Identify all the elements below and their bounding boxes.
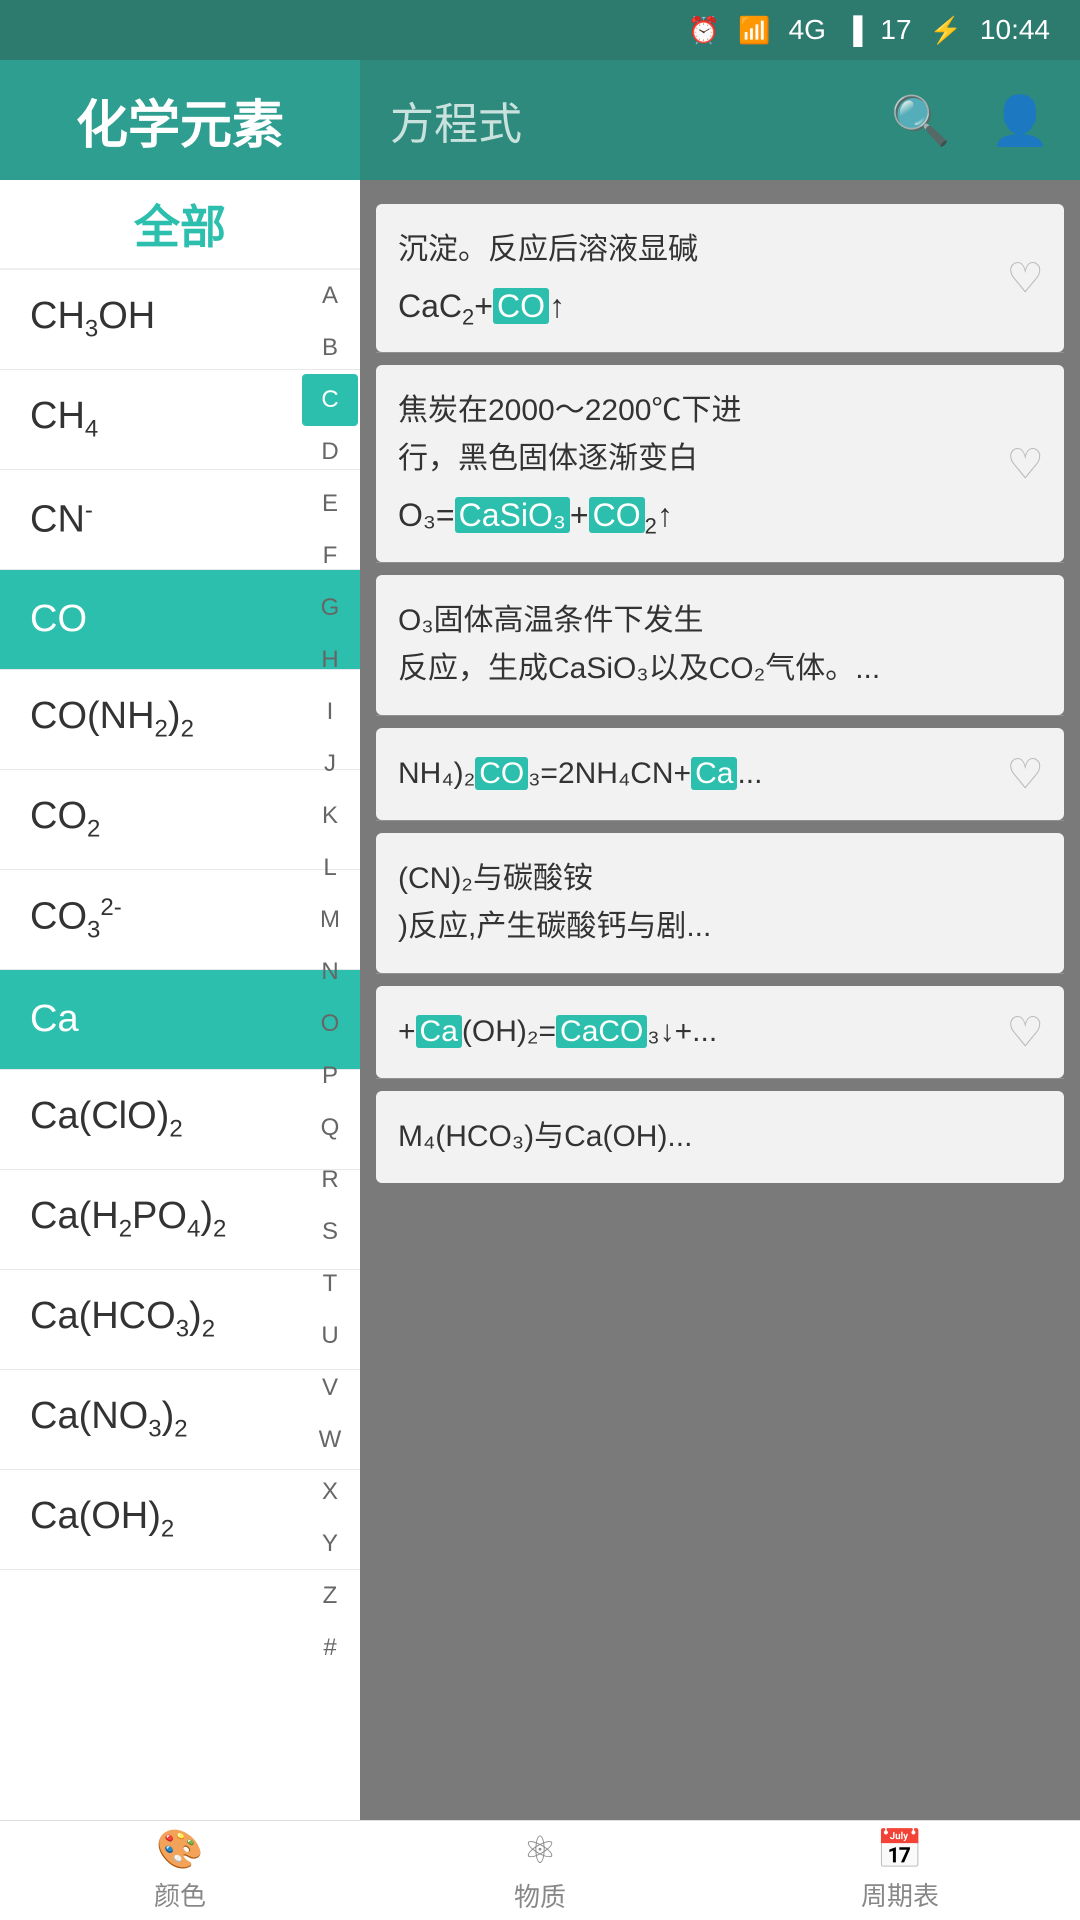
alpha-z[interactable]: Z: [302, 1570, 358, 1622]
alpha-b[interactable]: B: [302, 322, 358, 374]
favorite-icon-6[interactable]: ♡: [1006, 1007, 1044, 1056]
result-formula-2: O₃=CaSiO₃+CO2↑: [398, 497, 984, 539]
alphabet-index: A B C D E F G H I J K L M N O P Q R S T …: [300, 270, 360, 1674]
element-label: Ca(ClO)2: [30, 1095, 183, 1144]
favorite-icon-1[interactable]: ♡: [1006, 254, 1044, 303]
element-label: CO(NH2)2: [30, 695, 194, 744]
element-label: Ca(OH)2: [30, 1495, 174, 1544]
status-bar: ⏰ 📶 4G ▐ 17 ⚡ 10:44: [0, 0, 1080, 60]
alpha-hash[interactable]: #: [302, 1622, 358, 1674]
divider: [376, 562, 1064, 563]
alpha-g[interactable]: G: [302, 582, 358, 634]
favorite-icon-2[interactable]: ♡: [1006, 439, 1044, 488]
alpha-x[interactable]: X: [302, 1466, 358, 1518]
element-label: CH4: [30, 395, 98, 444]
alpha-t[interactable]: T: [302, 1258, 358, 1310]
alpha-n[interactable]: N: [302, 946, 358, 998]
result-item-6: +Ca(OH)₂=CaCO₃↓+... ♡: [376, 986, 1064, 1078]
result-item-5: (CN)₂与碳酸铵)反应,产生碳酸钙与剧...: [376, 833, 1064, 973]
nav-item-periodic[interactable]: 📅 周期表: [720, 1828, 1080, 1913]
alpha-i[interactable]: I: [302, 686, 358, 738]
element-label: Ca(H2PO4)2: [30, 1195, 226, 1244]
alpha-y[interactable]: Y: [302, 1518, 358, 1570]
time-display: 10:44: [980, 14, 1050, 46]
battery-icon: ⚡: [930, 15, 962, 46]
result-description-7: M₄(HCO₃)与Ca(OH)...: [398, 1113, 984, 1161]
results-area: 沉淀。反应后溶液显碱 CaC2+CO↑ ♡ 焦炭在2000～2200℃下进行，黑…: [360, 180, 1080, 1820]
nav-item-matter[interactable]: ⚛ 物质: [360, 1828, 720, 1914]
result-formula-1: CaC2+CO↑: [398, 288, 984, 330]
element-label: CO32-: [30, 894, 122, 944]
header-action-icons: 🔍 👤: [890, 92, 1050, 149]
nav-label-color: 颜色: [154, 1876, 206, 1913]
result-item-4: NH₄)₂CO₃=2NH₄CN+Ca... ♡: [376, 728, 1064, 820]
alpha-a[interactable]: A: [302, 270, 358, 322]
app-header: 化学元素 方程式 🔍 👤: [0, 60, 1080, 180]
divider: [376, 1078, 1064, 1079]
result-description-1: 沉淀。反应后溶液显碱: [398, 226, 984, 274]
network-type: 4G: [789, 14, 826, 46]
alpha-c[interactable]: C: [302, 374, 358, 426]
result-description-5: (CN)₂与碳酸铵)反应,产生碳酸钙与剧...: [398, 855, 984, 951]
divider: [376, 352, 1064, 353]
alpha-l[interactable]: L: [302, 842, 358, 894]
result-item-2: 焦炭在2000～2200℃下进行，黑色固体逐渐变白 O₃=CaSiO₃+CO2↑…: [376, 365, 1064, 561]
alarm-icon: ⏰: [688, 15, 720, 46]
nav-label-periodic: 周期表: [861, 1876, 939, 1913]
header-left-section: 化学元素: [0, 60, 360, 180]
alpha-v[interactable]: V: [302, 1362, 358, 1414]
search-icon[interactable]: 🔍: [890, 92, 950, 149]
alpha-q[interactable]: Q: [302, 1102, 358, 1154]
color-icon: 🎨: [156, 1828, 203, 1872]
divider: [376, 820, 1064, 821]
results-panel: 沉淀。反应后溶液显碱 CaC2+CO↑ ♡ 焦炭在2000～2200℃下进行，黑…: [360, 180, 1080, 1820]
nav-label-matter: 物质: [514, 1877, 566, 1914]
divider: [376, 973, 1064, 974]
result-description-3: O₃固体高温条件下发生反应，生成CaSiO₃以及CO₂气体。...: [398, 597, 984, 693]
element-label: Ca: [30, 998, 79, 1041]
alpha-s[interactable]: S: [302, 1206, 358, 1258]
divider: [376, 715, 1064, 716]
alpha-o[interactable]: O: [302, 998, 358, 1050]
signal-icon: ▐: [844, 15, 862, 46]
tab-equations[interactable]: 方程式: [390, 88, 522, 152]
alpha-k[interactable]: K: [302, 790, 358, 842]
filter-all-label[interactable]: 全部: [134, 191, 226, 257]
alpha-e[interactable]: E: [302, 478, 358, 530]
element-label: CO: [30, 598, 87, 641]
user-icon[interactable]: 👤: [990, 92, 1050, 149]
alpha-f[interactable]: F: [302, 530, 358, 582]
wifi-icon: 📶: [738, 15, 770, 46]
alpha-u[interactable]: U: [302, 1310, 358, 1362]
result-item-7: M₄(HCO₃)与Ca(OH)...: [376, 1091, 1064, 1183]
element-label: Ca(HCO3)2: [30, 1295, 215, 1344]
result-description-4: NH₄)₂CO₃=2NH₄CN+Ca...: [398, 750, 984, 798]
periodic-icon: 📅: [876, 1828, 923, 1872]
result-item-1: 沉淀。反应后溶液显碱 CaC2+CO↑ ♡: [376, 204, 1064, 352]
element-label: CO2: [30, 795, 100, 844]
result-description-6: +Ca(OH)₂=CaCO₃↓+...: [398, 1008, 984, 1056]
element-label: CN-: [30, 497, 93, 542]
nav-item-color[interactable]: 🎨 颜色: [0, 1828, 360, 1913]
filter-header: 全部: [0, 180, 360, 270]
favorite-icon-4[interactable]: ♡: [1006, 749, 1044, 798]
result-description-2: 焦炭在2000～2200℃下进行，黑色固体逐渐变白: [398, 387, 984, 483]
alpha-j[interactable]: J: [302, 738, 358, 790]
main-body: 全部 CH3OH CH4 CN- CO CO(NH2)2: [0, 180, 1080, 1820]
alpha-h[interactable]: H: [302, 634, 358, 686]
matter-icon: ⚛: [523, 1828, 557, 1873]
battery-level: 17: [880, 14, 911, 46]
alpha-r[interactable]: R: [302, 1154, 358, 1206]
alpha-m[interactable]: M: [302, 894, 358, 946]
element-label: Ca(NO3)2: [30, 1395, 188, 1444]
alpha-p[interactable]: P: [302, 1050, 358, 1102]
app-title: 化学元素: [76, 83, 284, 158]
alpha-d[interactable]: D: [302, 426, 358, 478]
bottom-navigation: 🎨 颜色 ⚛ 物质 📅 周期表: [0, 1820, 1080, 1920]
elements-panel: 全部 CH3OH CH4 CN- CO CO(NH2)2: [0, 180, 360, 1820]
element-label: CH3OH: [30, 295, 155, 344]
alpha-w[interactable]: W: [302, 1414, 358, 1466]
result-item-3: O₃固体高温条件下发生反应，生成CaSiO₃以及CO₂气体。...: [376, 575, 1064, 715]
